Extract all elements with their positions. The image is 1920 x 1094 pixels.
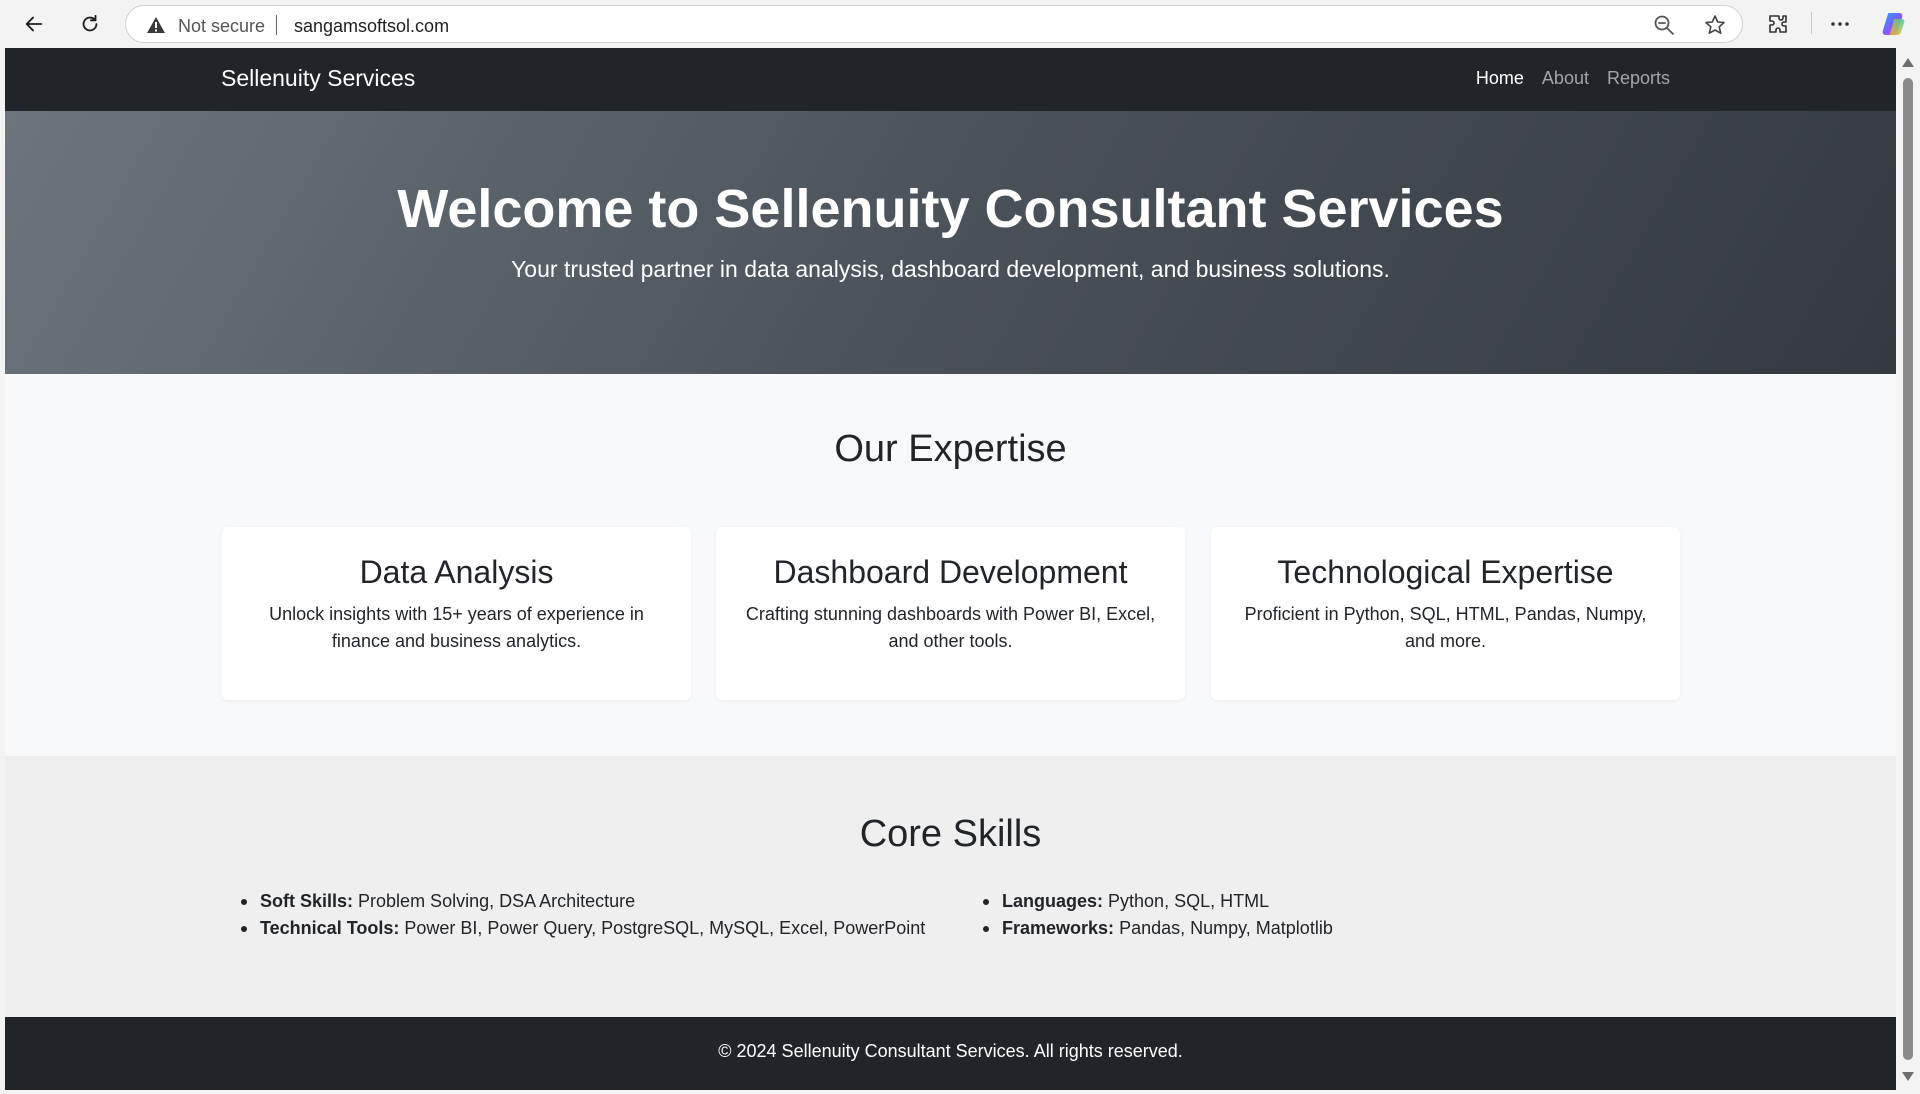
card-dashboard-development: Dashboard Development Crafting stunning … [716,527,1185,700]
scroll-thumb[interactable] [1903,78,1913,1060]
card-text: Crafting stunning dashboards with Power … [745,604,1156,651]
list-item: Frameworks: Pandas, Numpy, Matplotlib [981,915,1333,942]
expertise-title: Our Expertise [834,428,1067,470]
card-text: Proficient in Python, SQL, HTML, Pandas,… [1244,604,1647,651]
list-item: Soft Skills: Problem Solving, DSA Archit… [239,888,925,915]
hero-title: Welcome to Sellenuity Consultant Service… [397,179,1504,239]
list-item: Technical Tools: Power BI, Power Query, … [239,915,925,942]
footer-text: © 2024 Sellenuity Consultant Services. A… [718,1041,1183,1061]
zoom-out-icon[interactable] [1653,14,1675,36]
site-navbar: Sellenuity Services Home About Reports [5,48,1896,111]
nav-home[interactable]: Home [1476,68,1524,89]
skill-label: Languages: [1002,891,1104,911]
hero-subtitle: Your trusted partner in data analysis, d… [511,256,1390,282]
refresh-button[interactable] [72,6,108,42]
nav-about[interactable]: About [1542,68,1589,89]
warning-icon[interactable] [146,16,166,34]
nav-reports[interactable]: Reports [1607,68,1670,89]
skill-label: Soft Skills: [260,891,354,911]
skills-title: Core Skills [859,813,1042,855]
card-title: Data Analysis [359,554,554,590]
page-viewport: Sellenuity Services Home About Reports W… [5,48,1896,1090]
skills-list-right: Languages: Python, SQL, HTML Frameworks:… [981,888,1333,942]
site-footer: © 2024 Sellenuity Consultant Services. A… [5,1017,1896,1090]
card-technological-expertise: Technological Expertise Proficient in Py… [1211,527,1680,700]
skill-label: Technical Tools: [260,918,400,938]
toolbar-divider [1811,12,1812,34]
card-text: Unlock insights with 15+ years of experi… [269,604,644,651]
card-title: Dashboard Development [773,554,1128,590]
core-skills-section: Core Skills Soft Skills: Problem Solving… [5,756,1896,1017]
refresh-icon [82,14,98,32]
expertise-section: Our Expertise Data Analysis Unlock insig… [5,374,1896,756]
scroll-down-icon[interactable] [1902,1072,1914,1081]
skill-label: Frameworks: [1002,918,1115,938]
star-icon[interactable] [1704,14,1726,36]
skill-value: Problem Solving, DSA Architecture [358,891,636,911]
list-item: Languages: Python, SQL, HTML [981,888,1333,915]
more-icon[interactable] [1828,12,1852,36]
scroll-up-icon[interactable] [1902,58,1914,67]
browser-toolbar: Not secure sangamsoftsol.com [0,0,1920,48]
copilot-icon[interactable] [1880,10,1908,38]
security-label[interactable]: Not secure [178,16,265,37]
brand-link[interactable]: Sellenuity Services [221,65,415,92]
card-title: Technological Expertise [1277,554,1614,590]
back-button[interactable] [16,6,52,42]
skill-value: Pandas, Numpy, Matplotlib [1119,918,1333,938]
skill-value: Power BI, Power Query, PostgreSQL, MySQL… [404,918,926,938]
vertical-scrollbar[interactable] [1896,48,1920,1094]
skill-value: Python, SQL, HTML [1108,891,1270,911]
address-bar[interactable]: Not secure sangamsoftsol.com [125,5,1743,43]
address-divider [276,15,277,35]
extensions-icon[interactable] [1766,12,1790,36]
url-text[interactable]: sangamsoftsol.com [294,16,449,37]
skills-list-left: Soft Skills: Problem Solving, DSA Archit… [239,888,925,942]
back-arrow-icon [25,16,43,32]
card-data-analysis: Data Analysis Unlock insights with 15+ y… [222,527,691,700]
nav-links: Home About Reports [1476,68,1670,89]
hero-section: Welcome to Sellenuity Consultant Service… [5,111,1896,374]
